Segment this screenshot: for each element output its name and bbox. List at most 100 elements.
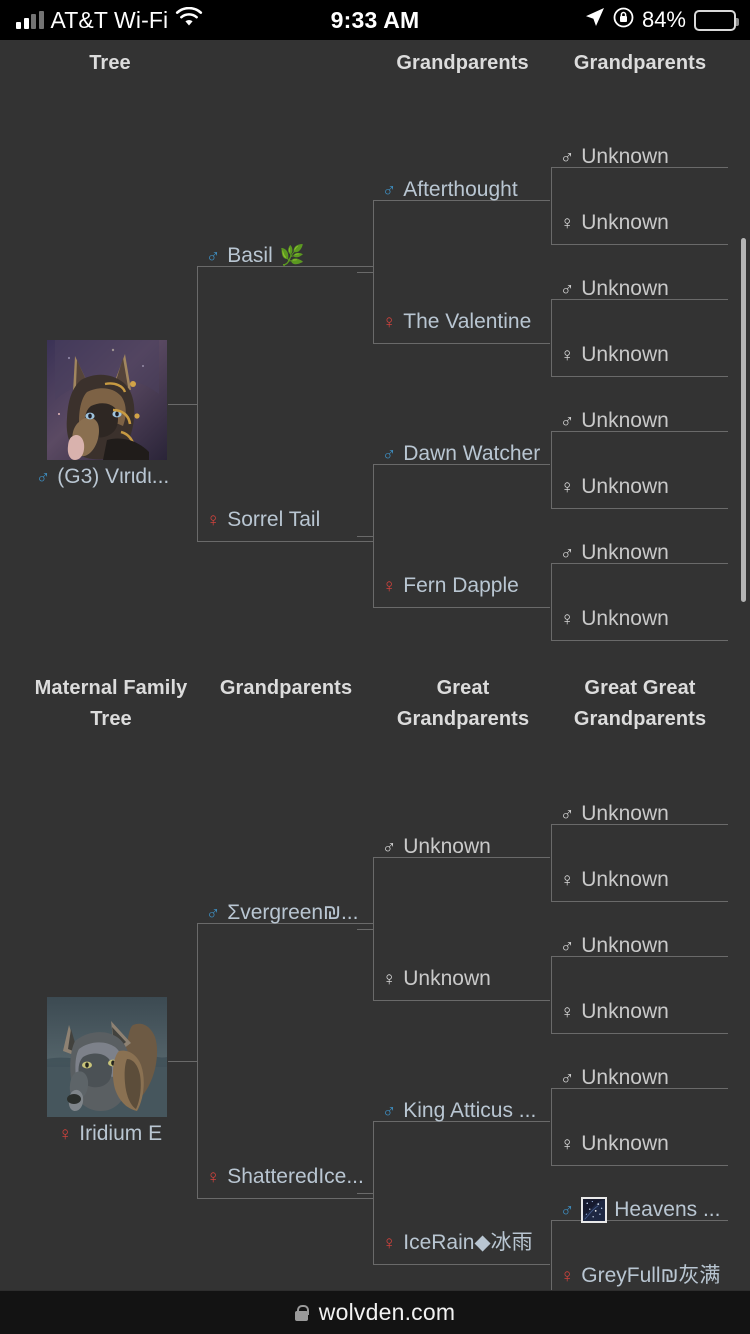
great-grandparent-2: ♀ Unknown	[560, 210, 669, 236]
great-grandparent-5-name: Unknown	[581, 409, 669, 432]
lock-icon	[294, 1304, 310, 1321]
browser-url-bar[interactable]: wolvden.com	[0, 1290, 750, 1334]
maternal-grandparent-3[interactable]: ♂ King Atticus ...	[382, 1098, 536, 1124]
female-symbol-icon: ♀	[382, 311, 397, 333]
column-header-maternal-great-great-grandparents: Great Great Grandparents	[573, 677, 707, 730]
column-header-maternal-great-grandparents: Great Grandparents	[396, 677, 530, 730]
male-symbol-icon: ♂	[560, 1067, 575, 1089]
location-arrow-icon	[585, 7, 605, 33]
grandparent-3-name: Dawn Watcher	[403, 442, 541, 465]
maternal-ggp-6-name: Unknown	[581, 1132, 669, 1155]
great-grandparent-6-name: Unknown	[581, 475, 669, 498]
url-label: wolvden.com	[318, 1299, 456, 1325]
female-symbol-icon: ♀	[560, 344, 575, 366]
great-grandparent-8: ♀ Unknown	[560, 606, 669, 632]
female-symbol-icon: ♀	[382, 575, 397, 597]
battery-percent-label: 84%	[641, 7, 686, 32]
maternal-ggp-5: ♂ Unknown	[560, 1065, 669, 1091]
maternal-ggp-1: ♂ Unknown	[560, 801, 669, 827]
female-symbol-icon: ♀	[382, 968, 397, 990]
male-symbol-icon: ♂	[560, 146, 575, 168]
maternal-ggp-7-name: Heavens ...	[614, 1198, 721, 1221]
maternal-subject-label[interactable]: ♀ Iridium E	[58, 1121, 162, 1147]
maternal-grandparent-2-name: Unknown	[403, 967, 491, 990]
bracket-parents	[197, 266, 373, 542]
male-symbol-icon: ♂	[560, 1199, 575, 1221]
female-symbol-icon: ♀	[560, 1265, 575, 1287]
starry-sky-avatar-icon	[581, 1197, 608, 1223]
great-grandparent-8-name: Unknown	[581, 607, 669, 630]
grandparent-4-name: Fern Dapple	[403, 574, 519, 597]
maternal-grandparent-3-name: King Atticus ...	[403, 1099, 537, 1122]
grandparent-2[interactable]: ♀ The Valentine	[382, 309, 531, 335]
subject-label[interactable]: ♂ (G3) Vιrιdι...	[36, 464, 169, 490]
maternal-ggp-3: ♂ Unknown	[560, 933, 669, 959]
great-grandparent-2-name: Unknown	[581, 211, 669, 234]
maternal-grandparent-2: ♀ Unknown	[382, 966, 491, 992]
male-symbol-icon: ♂	[560, 803, 575, 825]
app-root: AT&T Wi-Fi 9:33 AM 84% Tree Grandparents…	[0, 0, 750, 1334]
maternal-grandparent-4[interactable]: ♀ IceRain◆冰雨	[382, 1230, 533, 1256]
maternal-ggp-7[interactable]: ♂ Heavens ...	[560, 1197, 720, 1223]
vertical-scrollbar[interactable]	[741, 238, 746, 602]
male-symbol-icon: ♂	[560, 410, 575, 432]
column-header-great-grandparents: Grandparents	[573, 52, 707, 74]
male-symbol-icon: ♂	[36, 466, 51, 488]
maternal-ggp-6: ♀ Unknown	[560, 1131, 669, 1157]
female-symbol-icon: ♀	[206, 509, 221, 531]
grandparent-3[interactable]: ♂ Dawn Watcher	[382, 441, 540, 467]
great-grandparent-5: ♂ Unknown	[560, 408, 669, 434]
paternal-family-tree: Tree Grandparents Grandparents ♂ (G3) Vι…	[0, 40, 750, 660]
column-header-grandparents: Grandparents	[396, 52, 529, 74]
maternal-family-tree: Maternal Family Tree Grandparents Great …	[0, 660, 750, 1290]
maternal-ggp-2-name: Unknown	[581, 868, 669, 891]
great-grandparent-7: ♂ Unknown	[560, 540, 669, 566]
grandparent-1-name: Afterthought	[403, 178, 518, 201]
female-symbol-icon: ♀	[560, 1133, 575, 1155]
maternal-parent-father-name: Σvergreen₪...	[227, 901, 359, 924]
parent-father-name: Basil	[227, 244, 273, 267]
maternal-ggp-4: ♀ Unknown	[560, 999, 669, 1025]
orientation-lock-icon	[613, 7, 634, 34]
subject-name: (G3) Vιrιdι...	[57, 465, 170, 488]
page-content: Tree Grandparents Grandparents ♂ (G3) Vι…	[0, 40, 750, 1290]
male-symbol-icon: ♂	[206, 902, 221, 924]
maternal-parent-mother[interactable]: ♀ ShatteredIce...	[206, 1164, 364, 1190]
great-grandparent-1: ♂ Unknown	[560, 144, 669, 170]
great-grandparent-6: ♀ Unknown	[560, 474, 669, 500]
column-header-maternal-family-tree: Maternal Family Tree	[34, 677, 188, 730]
parent-father[interactable]: ♂ Basil 🌿	[206, 243, 305, 269]
great-grandparent-1-name: Unknown	[581, 145, 669, 168]
female-symbol-icon: ♀	[560, 1001, 575, 1023]
maternal-grandparent-1: ♂ Unknown	[382, 834, 491, 860]
male-symbol-icon: ♂	[560, 542, 575, 564]
female-symbol-icon: ♀	[560, 212, 575, 234]
great-grandparent-4-name: Unknown	[581, 343, 669, 366]
male-symbol-icon: ♂	[560, 935, 575, 957]
battery-icon	[694, 9, 739, 31]
connector-mat-parents	[168, 1061, 198, 1062]
herb-emoji-icon: 🌿	[279, 245, 305, 267]
subject-portrait[interactable]	[47, 340, 167, 460]
maternal-subject-name: Iridium E	[79, 1122, 163, 1145]
maternal-subject-portrait[interactable]	[47, 997, 167, 1117]
maternal-ggp-5-name: Unknown	[581, 1066, 669, 1089]
grandparent-2-name: The Valentine	[403, 310, 532, 333]
great-grandparent-7-name: Unknown	[581, 541, 669, 564]
male-symbol-icon: ♂	[382, 836, 397, 858]
great-grandparent-3-name: Unknown	[581, 277, 669, 300]
parent-mother[interactable]: ♀ Sorrel Tail	[206, 507, 320, 533]
female-symbol-icon: ♀	[58, 1123, 73, 1145]
maternal-parent-father[interactable]: ♂ Σvergreen₪...	[206, 900, 358, 926]
female-symbol-icon: ♀	[382, 1232, 397, 1254]
maternal-ggp-4-name: Unknown	[581, 1000, 669, 1023]
maternal-parent-mother-name: ShatteredIce...	[227, 1165, 364, 1188]
male-symbol-icon: ♂	[382, 443, 397, 465]
column-header-maternal-grandparents: Grandparents	[219, 677, 353, 699]
male-symbol-icon: ♂	[382, 179, 397, 201]
grandparent-4[interactable]: ♀ Fern Dapple	[382, 573, 519, 599]
maternal-ggp-8[interactable]: ♀ GreyFull₪灰满	[560, 1263, 720, 1289]
parent-mother-name: Sorrel Tail	[227, 508, 321, 531]
maternal-ggp-8-name: GreyFull₪灰满	[581, 1264, 721, 1287]
grandparent-1[interactable]: ♂ Afterthought	[382, 177, 518, 203]
